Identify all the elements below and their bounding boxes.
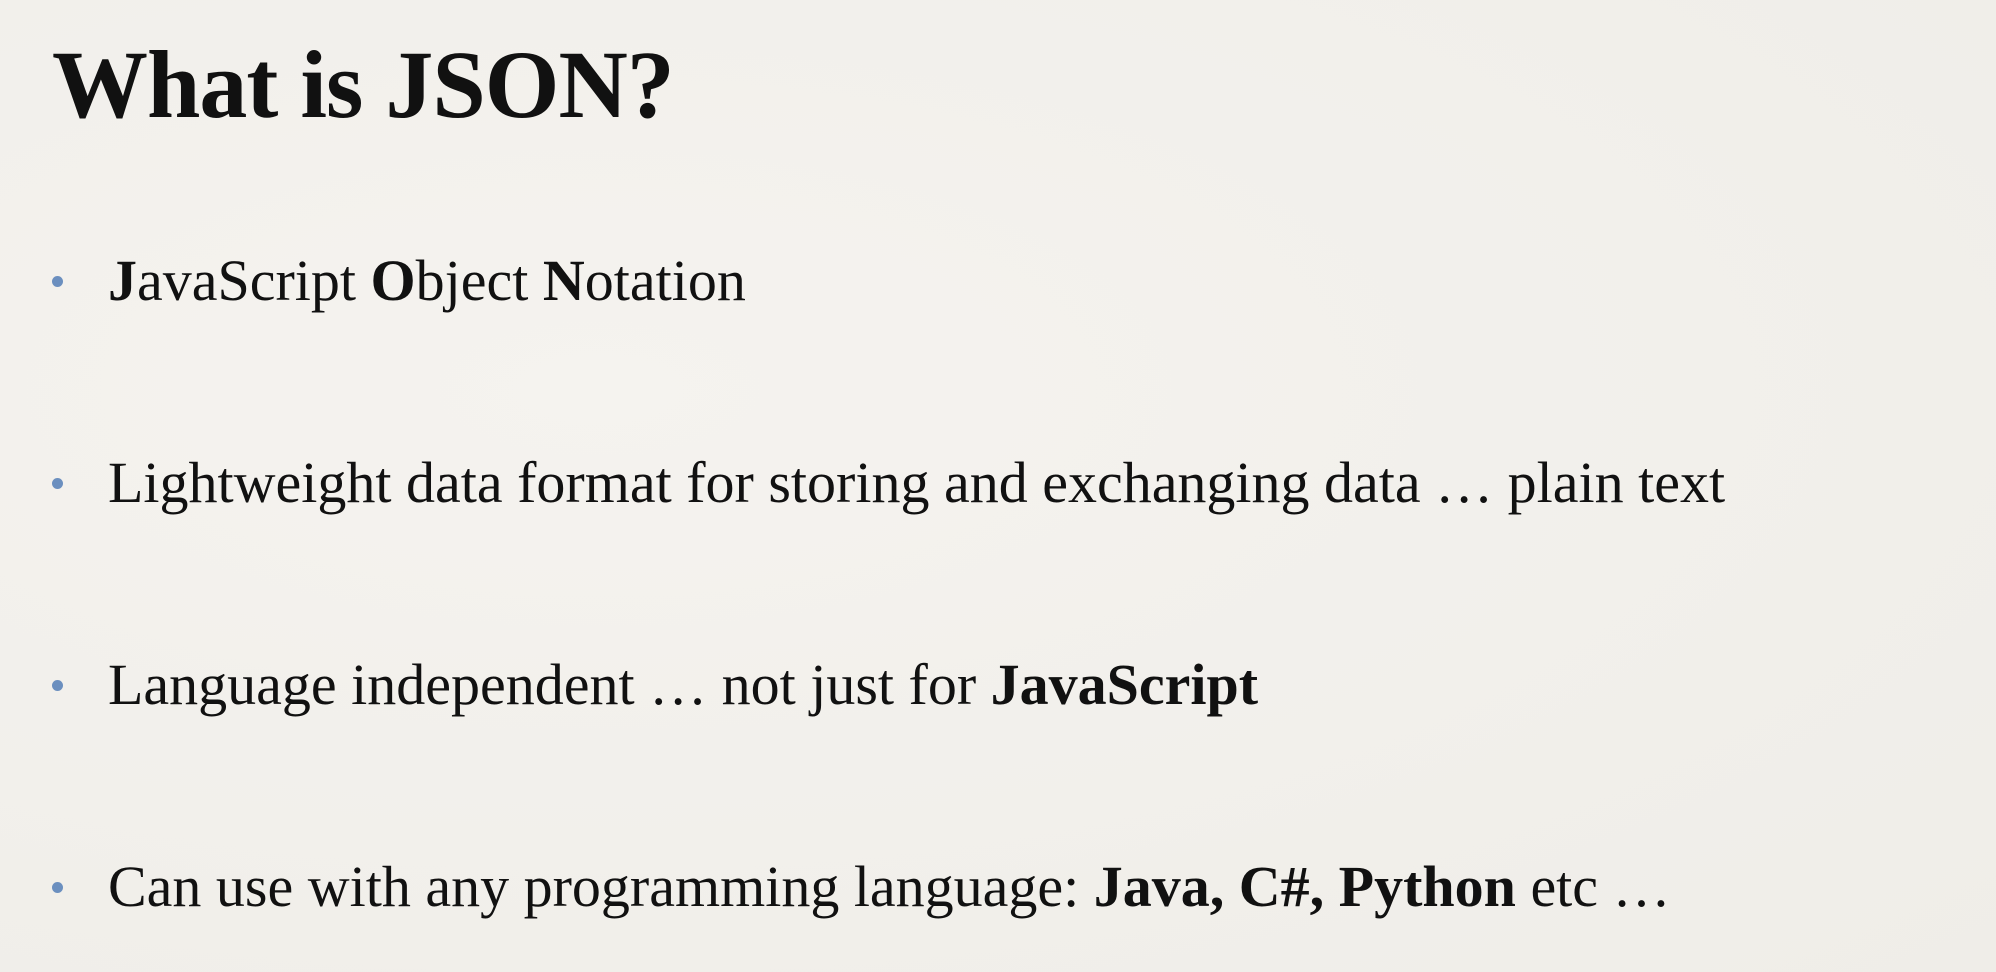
bullet-text-segment: J: [108, 248, 137, 313]
bullet-dot-icon: [52, 477, 63, 489]
bullet-text: Can use with any programming language: J…: [108, 858, 1671, 916]
bullet-text-segment: avaS: [137, 248, 250, 313]
bullet-text-segment: N: [542, 248, 585, 313]
bullet-dot-icon: [52, 275, 63, 287]
bullet-text-segment: etc …: [1515, 854, 1671, 919]
bullet-text-segment: cript: [249, 248, 371, 313]
bullet-text-segment: Language independent … not just for: [108, 652, 991, 717]
bullet-text: Language independent … not just for Java…: [108, 656, 1258, 714]
bullet-text: Lightweight data format for storing and …: [108, 454, 1725, 512]
bullet-text-segment: O: [370, 248, 416, 313]
bullet-text-segment: Java, C#, Python: [1093, 854, 1516, 919]
bullet-dot-icon: [52, 679, 63, 691]
bullet-text: JavaScript Object Notation: [108, 252, 746, 310]
slide-title: What is JSON?: [52, 31, 675, 138]
bullet-text-segment: Lightweight data format for storing and …: [108, 450, 1726, 515]
bullet-item: Lightweight data format for storing and …: [52, 448, 1725, 518]
slide: What is JSON? JavaScript Object Notation…: [0, 0, 1996, 972]
bullet-dot-icon: [52, 881, 63, 893]
bullet-item: JavaScript Object Notation: [52, 246, 746, 316]
bullet-text-segment: JavaScript: [990, 652, 1259, 717]
bullet-item: Language independent … not just for Java…: [52, 650, 1258, 720]
bullet-text-segment: otation: [584, 248, 746, 313]
bullet-text-segment: Can use with any programming language:: [108, 854, 1094, 919]
bullet-item: Can use with any programming language: J…: [52, 852, 1671, 922]
bullet-text-segment: bject: [415, 248, 543, 313]
